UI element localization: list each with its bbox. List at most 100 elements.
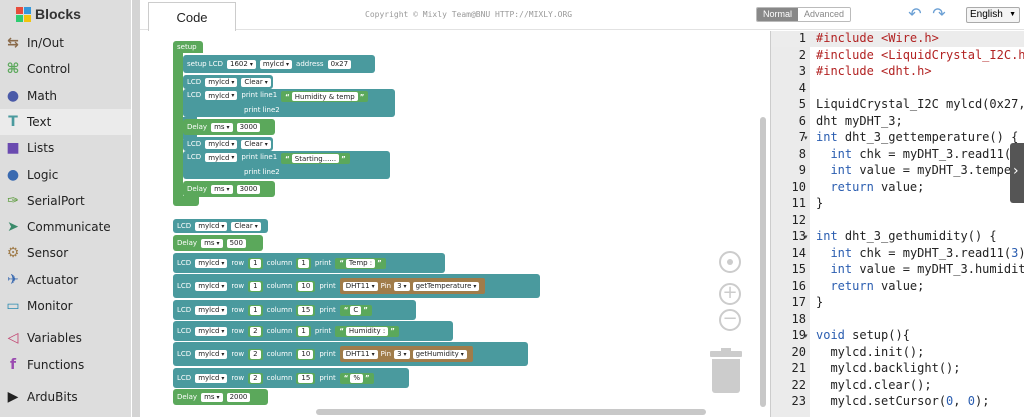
block-field[interactable]: 1	[298, 258, 309, 268]
category-communicate[interactable]: ➤ Communicate	[0, 214, 131, 240]
undo-icon[interactable]: ↶	[906, 5, 924, 23]
code-line[interactable]: #include <dht.h>	[816, 64, 932, 78]
block-field[interactable]: Temp :	[345, 258, 376, 268]
lcd-print-block[interactable]: LCD mylcd print line1 “Humidity & temp”	[183, 89, 395, 117]
block-field[interactable]: mylcd	[205, 77, 238, 87]
code-line[interactable]: mylcd.clear();	[816, 378, 931, 392]
code-line[interactable]: return value;	[816, 279, 924, 293]
block-field[interactable]: 10	[298, 281, 314, 291]
block-field[interactable]: Clear	[231, 221, 261, 231]
code-line[interactable]: mylcd.init();	[816, 345, 924, 359]
delay-block[interactable]: Delay ms 3000	[183, 119, 275, 135]
block-field[interactable]: Clear	[241, 139, 271, 149]
lcd-clear-block[interactable]: LCD mylcd Clear	[183, 75, 273, 89]
block-field[interactable]: 2	[250, 373, 261, 383]
mode-advanced-button[interactable]: Advanced	[798, 8, 851, 21]
code-line[interactable]: mylcd.setCursor(0, 0);	[816, 394, 989, 408]
lcd-clear-block[interactable]: LCD mylcd Clear	[173, 219, 268, 233]
lcd-address-field[interactable]: 0x27	[327, 59, 352, 69]
block-field[interactable]: 1	[250, 258, 261, 268]
code-tab[interactable]: Code	[148, 2, 236, 31]
category-monitor[interactable]: ▭ Monitor	[0, 293, 131, 319]
category-ardubits[interactable]: ▶ ArduBits	[0, 384, 131, 410]
recenter-icon[interactable]	[719, 251, 741, 273]
category-lists[interactable]: ■ Lists	[0, 135, 131, 161]
setup-block-header[interactable]: setup	[173, 41, 203, 53]
lcd-print-row-block[interactable]: LCD mylcd row 1 column 15 print “C”	[173, 300, 416, 320]
category-variables[interactable]: ◁ Variables	[0, 325, 131, 351]
block-field[interactable]: 3	[394, 349, 410, 359]
block-field[interactable]: mylcd	[195, 258, 228, 268]
block-field[interactable]: 3000	[236, 184, 261, 194]
block-field[interactable]: 1	[250, 281, 261, 291]
block-field[interactable]: ms	[201, 238, 223, 248]
setup-lcd-block[interactable]: setup LCD 1602 mylcd address 0x27	[183, 55, 375, 73]
block-field[interactable]: 2000	[226, 392, 251, 402]
block-field[interactable]: 1	[298, 326, 309, 336]
block-field[interactable]: getTemperature	[412, 281, 480, 291]
zoom-out-icon[interactable]: −	[719, 309, 741, 331]
code-line[interactable]: int value = myDHT_3.humidity;	[816, 262, 1024, 276]
block-field[interactable]: mylcd	[195, 221, 228, 231]
category-actuator[interactable]: ✈ Actuator	[0, 267, 131, 293]
lcd-print-row-block[interactable]: LCD mylcd row 1 column 1 print “Temp :”	[173, 253, 445, 273]
code-line[interactable]: LiquidCrystal_I2C mylcd(0x27,16,2);	[816, 97, 1024, 111]
code-line[interactable]: void setup(){	[816, 328, 910, 342]
mode-normal-button[interactable]: Normal	[757, 8, 799, 21]
delay-block[interactable]: Delay ms 3000	[183, 181, 275, 197]
code-line[interactable]: }	[816, 196, 823, 210]
mode-toggle[interactable]: Normal Advanced	[756, 7, 852, 22]
zoom-in-icon[interactable]: +	[719, 283, 741, 305]
lcd-name-dropdown[interactable]: mylcd	[259, 59, 293, 69]
block-field[interactable]: 15	[298, 305, 314, 315]
toolbox-scrollbar[interactable]	[132, 0, 140, 417]
block-field[interactable]: Humidity :	[345, 326, 389, 336]
block-field[interactable]: 10	[298, 349, 314, 359]
block-field[interactable]: DHT11	[342, 281, 378, 291]
delay-block[interactable]: Delay ms 500	[173, 235, 263, 251]
category-control[interactable]: ⌘ Control	[0, 56, 131, 82]
block-field[interactable]: 3	[394, 281, 410, 291]
block-field[interactable]: mylcd	[195, 281, 228, 291]
lcd-print-row-block[interactable]: LCD mylcd row 2 column 15 print “%”	[173, 368, 409, 388]
block-field[interactable]: C	[350, 305, 362, 315]
editor-collapse-handle[interactable]	[1010, 143, 1024, 203]
block-field[interactable]: mylcd	[195, 305, 228, 315]
block-field[interactable]: mylcd	[205, 139, 238, 149]
text-field[interactable]: Starting......	[291, 154, 340, 163]
block-field[interactable]: 3000	[236, 122, 261, 132]
block-field[interactable]: Clear	[241, 77, 271, 87]
code-line[interactable]: dht myDHT_3;	[816, 114, 903, 128]
workspace-horizontal-scrollbar[interactable]	[316, 409, 706, 415]
block-field[interactable]: 2	[250, 349, 261, 359]
code-line[interactable]: int value = myDHT_3.temperature;	[816, 163, 1024, 177]
category-serialport[interactable]: ✑ SerialPort	[0, 188, 131, 214]
code-line[interactable]: int chk = myDHT_3.read11(3);	[816, 246, 1024, 260]
category-logic[interactable]: ● Logic	[0, 162, 131, 188]
block-field[interactable]: mylcd	[195, 349, 228, 359]
lcd-print-row-block[interactable]: LCD mylcd row 1 column 10 print DHT11 Pi…	[173, 274, 540, 298]
workspace-vertical-scrollbar[interactable]	[760, 117, 766, 407]
lcd-print-row-block[interactable]: LCD mylcd row 2 column 1 print “Humidity…	[173, 321, 453, 341]
dht-humidity-block[interactable]: DHT11 Pin 3 getHumidity	[339, 346, 473, 362]
category-functions[interactable]: f Functions	[0, 352, 131, 378]
setup-block-body[interactable]	[173, 53, 183, 203]
code-line[interactable]: return value;	[816, 180, 924, 194]
lcd-clear-block[interactable]: LCD mylcd Clear	[183, 137, 273, 151]
dht-temperature-block[interactable]: DHT11 Pin 3 getTemperature	[339, 278, 486, 294]
block-field[interactable]: getHumidity	[412, 349, 467, 359]
block-field[interactable]: ms	[211, 122, 233, 132]
block-field[interactable]: ms	[211, 184, 233, 194]
code-line[interactable]: int dht_3_gethumidity() {	[816, 229, 997, 243]
category-in-out[interactable]: ⇆ In/Out	[0, 30, 131, 56]
redo-icon[interactable]: ↷	[930, 5, 948, 23]
block-field[interactable]: 500	[226, 238, 246, 248]
language-select[interactable]: English ▼	[966, 7, 1020, 23]
text-field[interactable]: Humidity & temp	[291, 92, 358, 101]
block-field[interactable]: DHT11	[342, 349, 378, 359]
fold-arrow-icon[interactable]: ▾	[804, 332, 808, 340]
code-line[interactable]: mylcd.backlight();	[816, 361, 960, 375]
block-field[interactable]: ms	[201, 392, 223, 402]
category-text[interactable]: T Text	[0, 108, 131, 135]
code-line[interactable]: int dht_3_gettemperature() {	[816, 130, 1018, 144]
